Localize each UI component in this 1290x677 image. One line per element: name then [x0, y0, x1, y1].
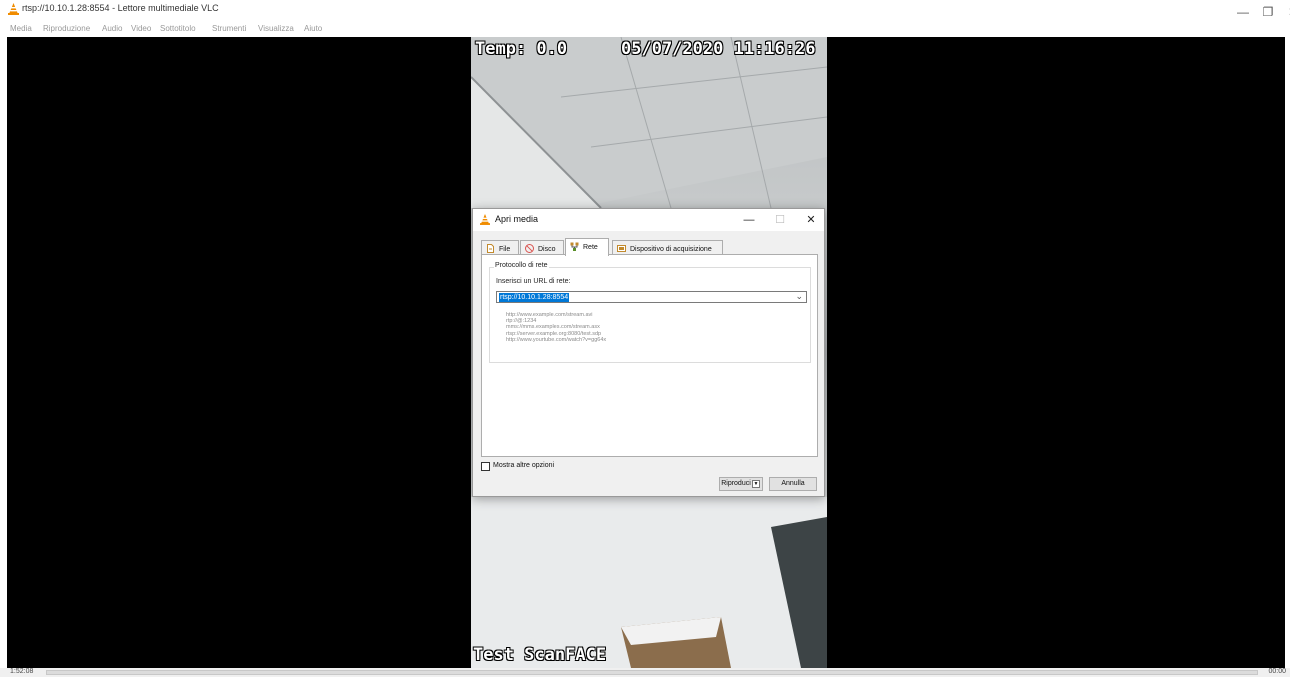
dialog-titlebar: Apri media — ☐ ✕: [473, 209, 824, 231]
tab-dispositivo[interactable]: Dispositivo di acquisizione: [612, 240, 723, 255]
dialog-maximize-button[interactable]: ☐: [769, 212, 791, 228]
network-icon: [570, 242, 579, 251]
cancel-button[interactable]: Annulla: [769, 477, 817, 491]
dropdown-arrow-icon[interactable]: ▼: [752, 480, 760, 488]
menu-visualizza[interactable]: Visualizza: [258, 24, 294, 33]
status-bar: 1:52:08 00:00: [0, 668, 1290, 677]
disc-icon: [525, 244, 534, 253]
url-examples: http://www.example.com/stream.avi rtp://…: [506, 312, 606, 343]
menu-strumenti[interactable]: Strumenti: [212, 24, 246, 33]
menu-sottotitolo[interactable]: Sottotitolo: [160, 24, 196, 33]
example-item: mms://mms.examples.com/stream.asx: [506, 324, 600, 331]
menu-bar: Media Riproduzione Audio Video Sottotito…: [0, 24, 700, 37]
tab-disco[interactable]: Disco: [520, 240, 564, 255]
osd-datetime: 05/07/2020 11:16:26: [621, 39, 816, 59]
url-value[interactable]: rtsp://10.10.1.28:8554: [499, 293, 570, 302]
window-titlebar: rtsp://10.10.1.28:8554 - Lettore multime…: [0, 0, 1290, 24]
tab-file[interactable]: File: [481, 240, 519, 255]
menu-aiuto[interactable]: Aiuto: [304, 24, 322, 33]
elapsed-time[interactable]: 1:52:08: [10, 668, 33, 675]
close-button[interactable]: ✕: [1278, 3, 1290, 21]
dialog-minimize-button[interactable]: —: [738, 212, 760, 228]
capture-device-icon: [617, 245, 626, 252]
tab-rete[interactable]: Rete: [565, 238, 609, 256]
tab-disco-label: Disco: [538, 246, 556, 253]
tab-panel-rete: Protocollo di rete Inserisci un URL di r…: [481, 254, 818, 457]
play-button[interactable]: Riproduci ▼: [719, 477, 763, 491]
url-combobox[interactable]: rtsp://10.10.1.28:8554 ⌄: [496, 291, 807, 303]
menu-video[interactable]: Video: [131, 24, 151, 33]
open-media-dialog: Apri media — ☐ ✕ File Disco Rete Disposi…: [472, 208, 825, 497]
dialog-close-button[interactable]: ✕: [800, 212, 822, 228]
more-options-label[interactable]: Mostra altre opzioni: [493, 462, 554, 469]
example-item: rtsp://server.example.org:8080/test.sdp: [506, 330, 602, 337]
vlc-cone-icon: [8, 3, 19, 15]
osd-caption: Test ScanFACE: [473, 645, 607, 665]
more-options-checkbox[interactable]: [481, 462, 490, 471]
tab-file-label: File: [499, 246, 511, 253]
chevron-down-icon[interactable]: ⌄: [795, 291, 803, 302]
dialog-title: Apri media: [495, 214, 539, 224]
menu-media[interactable]: Media: [10, 24, 32, 33]
menu-audio[interactable]: Audio: [102, 24, 122, 33]
tab-rete-label: Rete: [583, 244, 598, 251]
window-title: rtsp://10.10.1.28:8554 - Lettore multime…: [22, 3, 219, 13]
osd-temperature: Temp: 0.0: [475, 39, 568, 59]
tab-dispositivo-label: Dispositivo di acquisizione: [630, 246, 712, 253]
network-protocol-group: Protocollo di rete Inserisci un URL di r…: [489, 262, 811, 363]
vlc-cone-icon: [480, 214, 490, 225]
url-label: Inserisci un URL di rete:: [496, 278, 571, 285]
seek-slider[interactable]: [46, 670, 1258, 675]
remaining-time[interactable]: 00:00: [1268, 668, 1286, 675]
example-item: http://www.yourtube.com/watch?v=gg64x: [506, 336, 607, 343]
file-icon: [487, 244, 494, 253]
play-button-label: Riproduci: [721, 480, 751, 487]
group-label: Protocollo di rete: [494, 262, 549, 269]
menu-riproduzione[interactable]: Riproduzione: [43, 24, 90, 33]
